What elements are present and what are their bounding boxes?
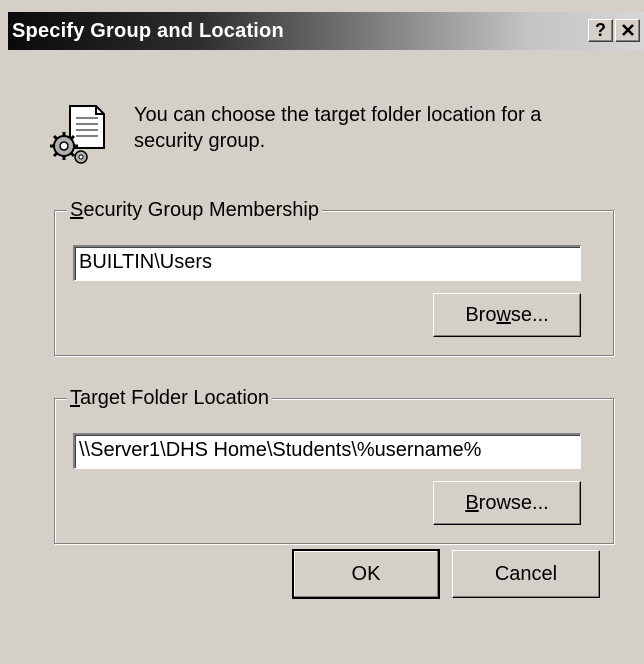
ok-button[interactable]: OK (292, 549, 440, 599)
target-folder-location-label: Target Folder Location (67, 386, 273, 410)
target-folder-input[interactable]: \\Server1\DHS Home\Students\%username% (73, 433, 581, 469)
intro-text: You can choose the target folder locatio… (134, 104, 542, 152)
specify-group-dialog: Specify Group and Location ? You can cho… (0, 0, 644, 664)
dialog-body: You can choose the target folder locatio… (8, 50, 644, 664)
document-gear-icon (48, 102, 112, 166)
close-icon (621, 24, 634, 36)
security-group-membership-group: Security Group Membership BUILTIN\Users … (54, 198, 614, 356)
cancel-button[interactable]: Cancel (452, 550, 600, 598)
browse-target-folder-button[interactable]: Browse... (433, 481, 581, 525)
help-button[interactable]: ? (588, 19, 613, 42)
title-bar[interactable]: Specify Group and Location ? (8, 12, 644, 50)
security-group-membership-label: Security Group Membership (67, 198, 322, 222)
target-folder-location-group: Target Folder Location \\Server1\DHS Hom… (54, 386, 614, 544)
browse-security-group-button[interactable]: Browse... (433, 293, 581, 337)
window-title: Specify Group and Location (12, 20, 284, 42)
security-group-input[interactable]: BUILTIN\Users (73, 245, 581, 281)
close-button[interactable] (615, 19, 640, 42)
